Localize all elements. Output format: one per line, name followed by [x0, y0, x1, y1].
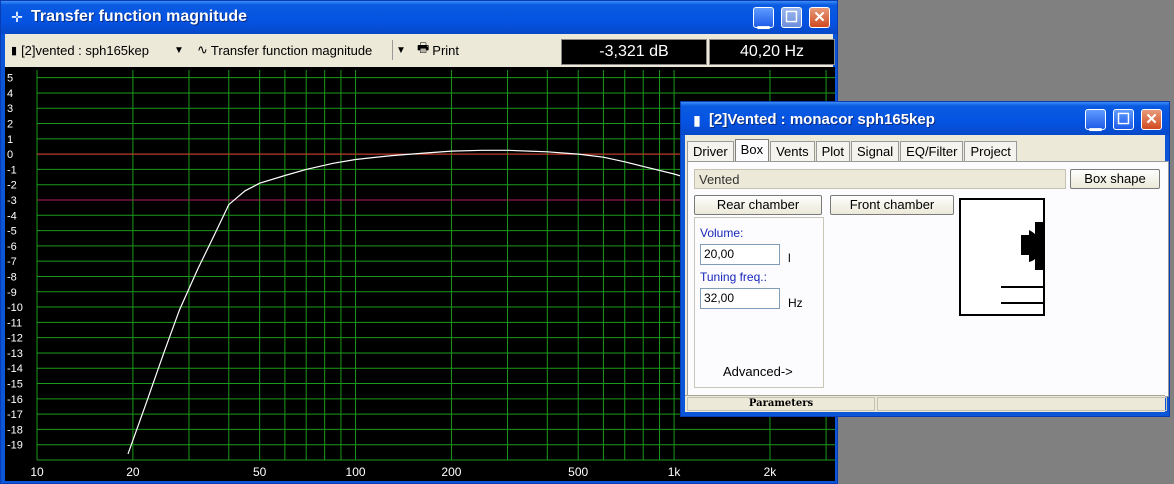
- y-tick-label: -17: [7, 409, 23, 421]
- x-tick-label: 1k: [668, 465, 682, 479]
- box-type-field: Vented: [694, 169, 1066, 189]
- project-titlebar[interactable]: ▮ [2]Vented : monacor sph165kep ▁ ☐ ✕: [681, 102, 1169, 135]
- project-window-title: [2]Vented : monacor sph165kep: [709, 111, 935, 128]
- chevron-down-icon[interactable]: ▼: [392, 40, 409, 60]
- status-parameters: Parameters: [687, 397, 875, 411]
- y-tick-label: -12: [7, 333, 23, 345]
- y-tick-label: -4: [7, 210, 17, 222]
- view-selector-value: Transfer function magnitude: [210, 42, 373, 58]
- magnitude-curve: [127, 149, 731, 455]
- volume-unit: l: [788, 251, 791, 265]
- speaker-icon: ▮: [11, 44, 18, 57]
- front-chamber-button[interactable]: Front chamber: [830, 195, 954, 215]
- box-shape-button[interactable]: Box shape: [1070, 169, 1160, 189]
- minimize-button[interactable]: ▁: [1085, 109, 1106, 131]
- y-tick-label: 2: [7, 119, 13, 131]
- tab-plot[interactable]: Plot: [815, 141, 851, 161]
- y-tick-label: -2: [7, 180, 17, 192]
- main-window-title: Transfer function magnitude: [31, 8, 248, 25]
- x-tick-label: 10: [30, 465, 44, 479]
- project-window: ▮ [2]Vented : monacor sph165kep ▁ ☐ ✕ Dr…: [680, 101, 1170, 417]
- status-bar: Parameters: [685, 395, 1167, 412]
- box-tab-panel: Vented Box shape Rear chamber Front cham…: [687, 161, 1169, 397]
- y-tick-label: -3: [7, 195, 17, 207]
- view-selector[interactable]: ∿ Transfer function magnitude ▼: [193, 39, 409, 61]
- db-readout: -3,321 dB: [561, 39, 707, 65]
- y-tick-label: 3: [7, 103, 13, 115]
- speaker-box-diagram-icon: [1001, 222, 1045, 304]
- volume-input[interactable]: 20,00: [700, 244, 780, 265]
- y-tick-label: 5: [7, 73, 13, 85]
- x-tick-label: 20: [126, 465, 140, 479]
- tab-project[interactable]: Project: [964, 141, 1017, 161]
- y-tick-label: -11: [7, 317, 22, 329]
- hz-readout: 40,20 Hz: [709, 39, 835, 65]
- maximize-icon: ☐: [1116, 111, 1131, 128]
- y-tick-label: -18: [7, 424, 23, 436]
- minimize-button[interactable]: ▁: [753, 7, 774, 29]
- project-window-body: Driver Box Vents Plot Signal EQ/Filter Project…: [685, 135, 1169, 412]
- tuning-freq-input[interactable]: 32,00: [700, 288, 780, 309]
- advanced-button[interactable]: Advanced->: [723, 364, 793, 379]
- y-tick-label: -13: [7, 348, 23, 360]
- speaker-icon: ▮: [693, 112, 701, 128]
- tuning-freq-unit: Hz: [788, 296, 803, 310]
- y-tick-label: -19: [7, 440, 23, 452]
- close-button[interactable]: ✕: [1141, 109, 1162, 130]
- tuning-freq-label: Tuning freq.:: [700, 270, 767, 284]
- rear-chamber-button[interactable]: Rear chamber: [694, 195, 822, 215]
- waveform-icon: ∿: [197, 42, 208, 57]
- volume-label: Volume:: [700, 226, 744, 240]
- x-tick-label: 100: [346, 465, 366, 479]
- y-tick-label: 4: [7, 88, 13, 100]
- tab-eq-filter[interactable]: EQ/Filter: [900, 141, 964, 161]
- tab-strip: Driver Box Vents Plot Signal EQ/Filter Project: [687, 139, 1018, 161]
- x-tick-label: 500: [568, 465, 588, 479]
- chevron-down-icon[interactable]: ▼: [171, 40, 187, 60]
- tab-box[interactable]: Box: [734, 139, 770, 161]
- maximize-button[interactable]: ☐: [781, 7, 802, 28]
- close-icon: ✕: [813, 9, 826, 26]
- maximize-button[interactable]: ☐: [1113, 109, 1134, 130]
- y-tick-label: -6: [7, 241, 17, 253]
- y-tick-label: -8: [7, 271, 17, 283]
- minimize-icon: ▁: [757, 12, 770, 29]
- tab-driver[interactable]: Driver: [687, 141, 734, 161]
- y-tick-label: -9: [7, 287, 17, 299]
- crosshair-icon: ✛: [11, 9, 23, 25]
- y-tick-label: -7: [7, 256, 17, 268]
- main-toolbar: ▮ [2]vented : sph165kep ▼ ∿ Transfer fun…: [5, 34, 835, 67]
- x-tick-label: 2k: [764, 465, 778, 479]
- main-titlebar[interactable]: ✛ Transfer function magnitude ▁ ☐ ✕: [1, 1, 837, 34]
- x-tick-label: 50: [253, 465, 267, 479]
- tab-vents[interactable]: Vents: [770, 141, 815, 161]
- y-tick-label: -1: [7, 164, 17, 176]
- y-tick-label: -10: [7, 302, 23, 314]
- y-tick-label: -16: [7, 394, 23, 406]
- tab-signal[interactable]: Signal: [851, 141, 900, 161]
- status-empty: [877, 397, 1167, 411]
- maximize-icon: ☐: [784, 9, 799, 26]
- rear-chamber-group: Volume: 20,00 l Tuning freq.: 32,00 Hz A…: [694, 217, 824, 388]
- y-tick-label: 0: [7, 149, 13, 161]
- print-button[interactable]: 🖶 Print: [417, 39, 487, 61]
- y-tick-label: -14: [7, 363, 23, 375]
- y-tick-label: 1: [7, 134, 13, 146]
- x-tick-label: 200: [441, 465, 461, 479]
- close-button[interactable]: ✕: [809, 7, 830, 28]
- y-tick-label: -15: [7, 379, 23, 391]
- y-tick-label: -5: [7, 226, 17, 238]
- minimize-icon: ▁: [1089, 114, 1102, 131]
- box-diagram: [959, 198, 1045, 316]
- print-label: Print: [432, 42, 460, 58]
- project-selector-value: [2]vented : sph165kep: [21, 42, 149, 58]
- close-icon: ✕: [1145, 111, 1158, 128]
- printer-icon: 🖶: [417, 40, 430, 55]
- project-selector[interactable]: ▮ [2]vented : sph165kep ▼: [11, 39, 187, 61]
